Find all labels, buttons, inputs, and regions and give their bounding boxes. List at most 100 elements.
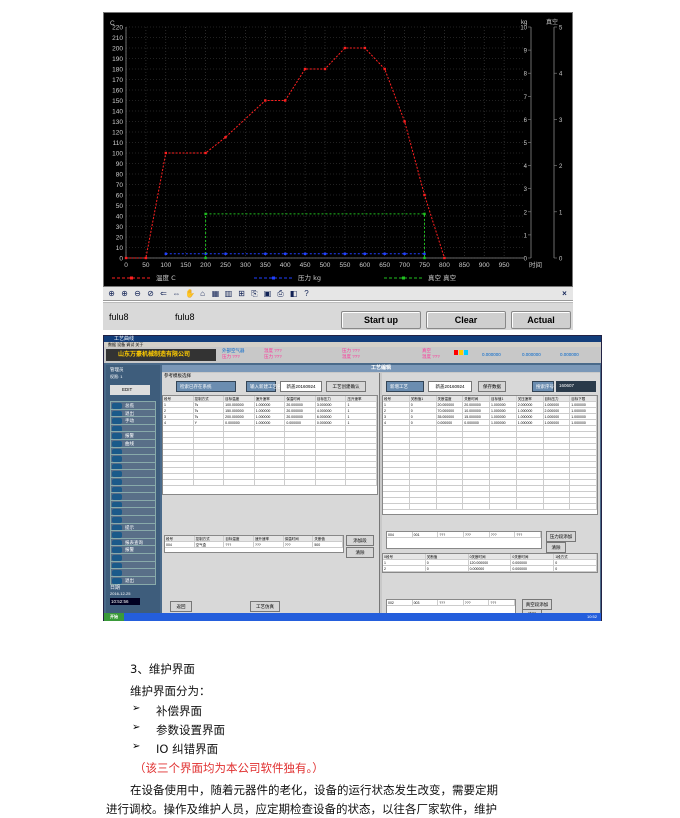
- table-cell: [224, 438, 255, 443]
- right-name-input[interactable]: 新盖20160924: [428, 381, 472, 392]
- start-up-button[interactable]: Start up: [341, 311, 421, 329]
- actual-button[interactable]: Actual: [511, 311, 571, 329]
- table-cell: 2: [163, 408, 194, 413]
- exclusive-note: （该三个界面均为本公司软件独有。）: [134, 761, 324, 775]
- table-cell: [570, 444, 597, 449]
- legend-marker: [402, 276, 405, 280]
- print-icon[interactable]: ⎙: [276, 289, 285, 298]
- table-cell: [517, 486, 544, 491]
- table-cell: [517, 450, 544, 455]
- table-cell: 0: [410, 402, 437, 407]
- table-cell: [410, 438, 437, 443]
- search-serial-value[interactable]: 160607: [556, 381, 596, 392]
- pan-icon[interactable]: ⇐: [159, 289, 168, 298]
- table-cell: [544, 438, 571, 443]
- table-cell: 200.000000: [224, 414, 255, 419]
- table-cell: [570, 438, 597, 443]
- import-name-button[interactable]: 输入新建工艺名: [246, 381, 282, 392]
- section-title: 工艺编辑: [162, 365, 600, 372]
- hand-icon[interactable]: ✋: [185, 289, 195, 298]
- zoom-out-icon[interactable]: ⊖: [133, 289, 142, 298]
- data-icon[interactable]: ⊞: [237, 289, 246, 298]
- legend-marker: [130, 276, 133, 280]
- table-cell: [570, 468, 597, 473]
- y-left-tick-label: 40: [116, 214, 124, 221]
- process-name-input[interactable]: 新盖20160924: [280, 381, 322, 392]
- table-cell: [383, 480, 410, 485]
- sidebar-item-label: 报表查询: [125, 539, 143, 545]
- table-cell: ???: [438, 600, 464, 605]
- table-row[interactable]: 004 001????????????: [387, 532, 542, 538]
- right-segment-table[interactable]: 段号 关断值1 关断温度 关断时间 目标值1 关压速率 目标压力 目标下限 1 0 20.00000…: [382, 395, 598, 515]
- y-right-tick-label: 1: [559, 210, 563, 216]
- zoom-in-icon[interactable]: ⊕: [120, 289, 129, 298]
- table-cell: 0.000000: [285, 420, 316, 425]
- table-cell: [490, 504, 517, 509]
- table-cell: 1.000000: [490, 414, 517, 419]
- table-cell: [437, 426, 464, 431]
- magnify-icon[interactable]: ⊘: [146, 289, 155, 298]
- new-process-button[interactable]: 新增工艺: [386, 381, 424, 392]
- clear-segment-button[interactable]: 清除: [346, 547, 374, 558]
- y-mid-tick-label: 4: [524, 164, 528, 170]
- back-button[interactable]: 返回: [170, 601, 192, 612]
- copy-icon[interactable]: ⎘: [250, 289, 259, 298]
- data-point: [224, 136, 227, 139]
- data-point: [164, 151, 167, 155]
- data-point: [264, 99, 267, 102]
- table-cell: [463, 462, 490, 467]
- add-pressure-button[interactable]: 压力段添加: [546, 531, 576, 542]
- edit-button[interactable]: EDIT: [110, 385, 150, 395]
- table-cell: ???: [464, 600, 490, 605]
- table-row[interactable]: 002 003?????????: [387, 600, 515, 606]
- data-point: [264, 252, 267, 255]
- y-left-tick-label: 190: [112, 56, 123, 63]
- save-data-button[interactable]: 保存数据: [478, 381, 506, 392]
- zoom-icon[interactable]: ⊕: [107, 289, 116, 298]
- vacuum-segment-table[interactable]: 0段号 关断值 0关断时间 0关断时间 1段方式 1 0 120.000000 0.000000…: [382, 553, 598, 573]
- confirm-create-button[interactable]: 工艺创建确认: [326, 381, 366, 392]
- grid-icon[interactable]: ▦: [211, 289, 220, 298]
- table-cell: [316, 474, 347, 479]
- table-row[interactable]: [383, 504, 597, 510]
- left-segment-table[interactable]: 段号 控制方式 目标温度 速升速率 保温时间 目标压力 压升速率 1 Ts 100.000000 1…: [162, 395, 378, 495]
- column-header: 段号: [383, 396, 410, 401]
- preview-icon[interactable]: ◧: [289, 289, 298, 298]
- template-tab[interactable]: 参考模板选择: [164, 373, 191, 379]
- table-cell: [285, 462, 316, 467]
- y-left-tick-label: 160: [112, 88, 123, 95]
- column-header: 关断温度: [437, 396, 464, 401]
- table-cell: [224, 432, 255, 437]
- left-segment-form[interactable]: 段号 控制方式 目标温度 速升速率 保温时间 关断值 004 空气盒????????? 500: [164, 535, 344, 553]
- select-icon[interactable]: ⌂: [198, 289, 207, 298]
- column-header: 控制方式: [194, 396, 225, 401]
- table-cell: [570, 492, 597, 497]
- table-cell: [410, 498, 437, 503]
- table-row[interactable]: [163, 480, 378, 486]
- table-cell: [570, 480, 597, 485]
- process-simulation-button[interactable]: 工艺仿真: [250, 601, 280, 612]
- table-cell: 2.000000: [517, 402, 544, 407]
- table-row[interactable]: 004 空气盒????????? 500: [165, 542, 344, 548]
- right-segment-form[interactable]: 004 001????????????: [386, 531, 542, 549]
- close-icon[interactable]: ×: [560, 289, 569, 298]
- chart-toolbar: ⊕ ⊕ ⊖ ⊘ ⇐ ⇔ ✋ ⌂ ▦ ▥ ⊞ ⎘ ▣ ⎙ ◧? ×: [103, 287, 573, 301]
- table-cell: 0.000000: [316, 420, 347, 425]
- load-existing-button[interactable]: 检索已存在系统: [176, 381, 236, 392]
- chart-icon[interactable]: ▥: [224, 289, 233, 298]
- help-icon[interactable]: ?: [302, 289, 311, 298]
- start-button[interactable]: 开始: [104, 613, 124, 621]
- date-value: 2016-12-25: [110, 591, 131, 596]
- move-icon[interactable]: ⇔: [172, 289, 181, 298]
- table-cell: [194, 432, 225, 437]
- table-row[interactable]: 2 0 0.000000 0.000000 0: [383, 566, 597, 572]
- table-cell: [346, 462, 378, 467]
- save-icon[interactable]: ▣: [263, 289, 272, 298]
- table-cell: [490, 426, 517, 431]
- add-segment-button[interactable]: 添加段: [346, 535, 374, 546]
- x-tick-label: 100: [160, 262, 171, 269]
- clear-button[interactable]: Clear: [426, 311, 506, 329]
- clear-pressure-button[interactable]: 清除: [546, 542, 566, 553]
- data-point: [204, 151, 207, 155]
- x-tick-label: 200: [200, 262, 211, 269]
